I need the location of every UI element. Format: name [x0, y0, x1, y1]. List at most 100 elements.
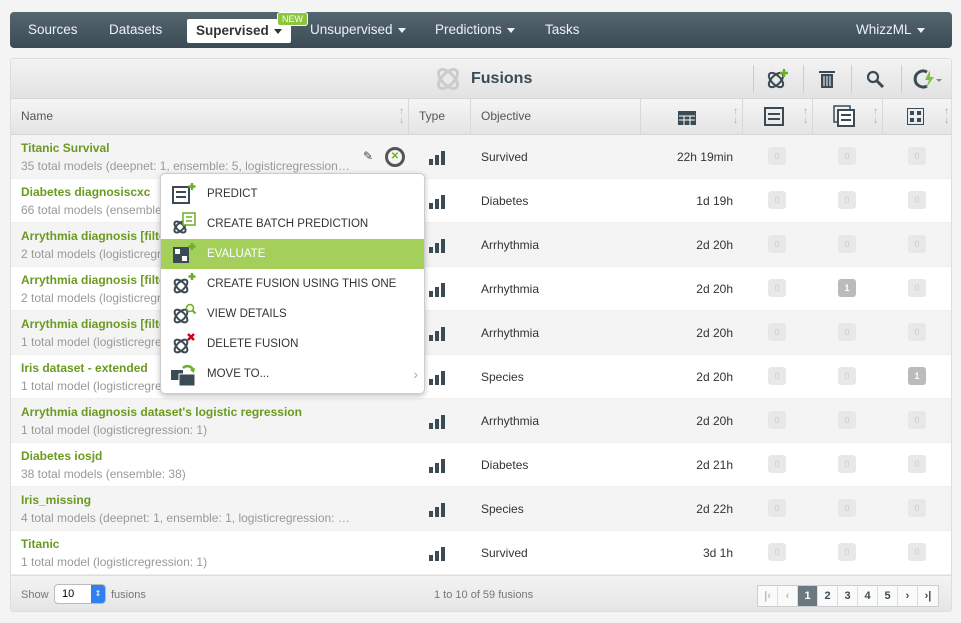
delete-button[interactable]: [803, 65, 849, 93]
pagination: |‹ ‹ 1 2 3 4 5 › ›|: [757, 585, 939, 607]
col-label: Name: [21, 109, 54, 123]
col-batch-predictions[interactable]: ↑ ↓: [813, 99, 883, 135]
eval-count[interactable]: 0: [908, 235, 926, 253]
page-size-value: 10: [62, 588, 75, 600]
eval-count[interactable]: 0: [908, 543, 926, 561]
first-page-button[interactable]: |‹: [758, 586, 778, 606]
show-label: Show: [21, 589, 49, 601]
batch-count[interactable]: 0: [838, 323, 856, 341]
batch-count[interactable]: 0: [838, 499, 856, 517]
table-row[interactable]: Iris_missing 4 total models (deepnet: 1,…: [11, 487, 951, 531]
fusion-name-link[interactable]: Iris dataset - extended: [21, 361, 148, 375]
pred-count[interactable]: 0: [768, 367, 786, 385]
pred-count[interactable]: 0: [768, 411, 786, 429]
eval-count[interactable]: 0: [908, 499, 926, 517]
table-row[interactable]: Arrythmia diagnosis [filtered] 1 total m…: [11, 311, 951, 355]
nav-tasks[interactable]: Tasks: [545, 12, 580, 48]
batch-count[interactable]: 0: [838, 191, 856, 209]
batch-count[interactable]: 0: [838, 147, 856, 165]
menu-item-delete-fusion[interactable]: DELETE FUSION: [161, 329, 424, 359]
page-5[interactable]: 5: [878, 586, 898, 606]
table-row[interactable]: Diabetes diagnosiscxc 66 total models (e…: [11, 179, 951, 223]
table-row[interactable]: Arrythmia diagnosis dataset's logistic r…: [11, 399, 951, 443]
create-fusion-button[interactable]: [753, 65, 799, 93]
batch-count[interactable]: 0: [838, 455, 856, 473]
page-size-select[interactable]: 10 ⇕: [54, 584, 106, 604]
pred-count[interactable]: 0: [768, 323, 786, 341]
table-row[interactable]: Arrythmia diagnosis [filtered] 2 total m…: [11, 267, 951, 311]
page-3[interactable]: 3: [838, 586, 858, 606]
batch-count[interactable]: 0: [838, 367, 856, 385]
objective: Survived: [481, 150, 528, 164]
age: 1d 19h: [696, 194, 733, 208]
fusion-name-link[interactable]: Diabetes diagnosiscxc: [21, 185, 150, 199]
one-click-icon: [913, 69, 942, 89]
age: 2d 20h: [696, 326, 733, 340]
table-row[interactable]: Iris dataset - extended 1 total model (l…: [11, 355, 951, 399]
eval-count[interactable]: 0: [908, 455, 926, 473]
predict-icon: [171, 182, 197, 206]
chevron-right-icon: ›: [413, 366, 418, 382]
eval-count[interactable]: 0: [908, 147, 926, 165]
col-type[interactable]: Type: [409, 99, 471, 135]
batch-count[interactable]: 0: [838, 543, 856, 561]
fusion-name-link[interactable]: Titanic Survival: [21, 141, 109, 155]
next-page-button[interactable]: ›: [898, 586, 918, 606]
edit-pencil-icon[interactable]: ✎: [363, 149, 373, 163]
quick-actions-button[interactable]: [901, 65, 951, 93]
table-row[interactable]: Titanic Survival 35 total models (deepne…: [11, 135, 951, 179]
eval-count[interactable]: 0: [908, 279, 926, 297]
batch-count[interactable]: 1: [838, 279, 856, 297]
eval-count[interactable]: 0: [908, 323, 926, 341]
batch-count[interactable]: 0: [838, 235, 856, 253]
user-menu[interactable]: WhizzML: [856, 12, 925, 48]
table-row[interactable]: Arrythmia diagnosis [filtered] 2 total m…: [11, 223, 951, 267]
menu-item-label: DELETE FUSION: [207, 338, 299, 350]
eval-count[interactable]: 0: [908, 411, 926, 429]
menu-item-label: EVALUATE: [207, 248, 266, 260]
page-2[interactable]: 2: [818, 586, 838, 606]
col-age[interactable]: ↑ ↓: [641, 99, 743, 135]
prev-page-button[interactable]: ‹: [778, 586, 798, 606]
last-page-button[interactable]: ›|: [918, 586, 938, 606]
pred-count[interactable]: 0: [768, 455, 786, 473]
pred-count[interactable]: 0: [768, 499, 786, 517]
actions-menu-toggle-icon[interactable]: ✕: [385, 147, 405, 167]
pred-count[interactable]: 0: [768, 191, 786, 209]
pred-count[interactable]: 0: [768, 235, 786, 253]
search-button[interactable]: [851, 65, 897, 93]
fusion-name-link[interactable]: Iris_missing: [21, 493, 91, 507]
fusion-name-link[interactable]: Diabetes iosjd: [21, 449, 102, 463]
eval-count[interactable]: 1: [908, 367, 926, 385]
table-row[interactable]: Titanic 1 total model (logisticregressio…: [11, 531, 951, 575]
fusion-name-link[interactable]: Titanic: [21, 537, 59, 551]
nav-supervised[interactable]: Supervised: [187, 19, 291, 43]
menu-item-create-batch-prediction[interactable]: CREATE BATCH PREDICTION: [161, 209, 424, 239]
menu-item-move-to[interactable]: MOVE TO... ›: [161, 359, 424, 389]
nav-sources[interactable]: Sources: [28, 12, 78, 48]
page-1[interactable]: 1: [798, 586, 818, 606]
menu-item-predict[interactable]: PREDICT: [161, 179, 424, 209]
col-evaluations[interactable]: ↑ ↓: [883, 99, 951, 135]
menu-item-evaluate[interactable]: EVALUATE: [161, 239, 424, 269]
col-name[interactable]: Name ↑ ↓: [11, 99, 409, 135]
page-4[interactable]: 4: [858, 586, 878, 606]
batch-count[interactable]: 0: [838, 411, 856, 429]
objective: Species: [481, 502, 524, 516]
fusion-name-link[interactable]: Arrythmia diagnosis dataset's logistic r…: [21, 405, 302, 419]
panel-title-bar: Fusions: [11, 59, 951, 99]
col-predictions[interactable]: ↑ ↓: [743, 99, 813, 135]
pred-count[interactable]: 0: [768, 147, 786, 165]
pred-count[interactable]: 0: [768, 279, 786, 297]
eval-count[interactable]: 0: [908, 191, 926, 209]
col-objective[interactable]: Objective: [471, 99, 641, 135]
nav-predictions[interactable]: Predictions: [435, 12, 515, 48]
nav-unsupervised[interactable]: Unsupervised: [310, 12, 406, 48]
sort-icon: ↑ ↓: [873, 106, 878, 126]
menu-item-create-fusion-using-this-one[interactable]: CREATE FUSION USING THIS ONE: [161, 269, 424, 299]
menu-item-view-details[interactable]: VIEW DETAILS: [161, 299, 424, 329]
fusion-type-icon: [429, 327, 445, 341]
table-row[interactable]: Diabetes iosjd 38 total models (ensemble…: [11, 443, 951, 487]
nav-datasets[interactable]: Datasets: [109, 12, 162, 48]
pred-count[interactable]: 0: [768, 543, 786, 561]
